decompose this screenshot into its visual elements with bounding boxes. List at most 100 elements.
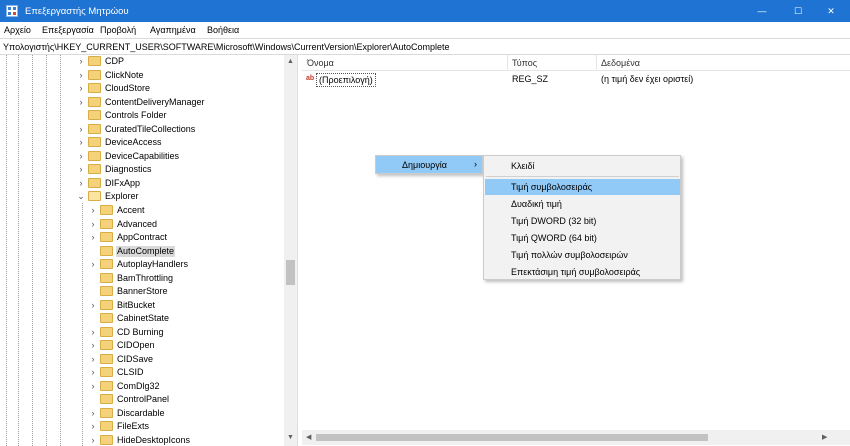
folder-icon	[88, 137, 101, 147]
expand-icon[interactable]: ›	[88, 340, 98, 351]
minimize-button[interactable]: —	[746, 0, 778, 22]
menu-item-multi-string-value[interactable]: Τιμή πολλών συμβολοσειρών	[485, 247, 680, 263]
expand-icon[interactable]: ›	[88, 259, 98, 270]
expand-icon[interactable]: ›	[76, 83, 86, 94]
folder-icon	[100, 326, 113, 337]
menu-item-dword-value[interactable]: Τιμή DWORD (32 bit)	[485, 213, 680, 229]
column-divider[interactable]	[507, 55, 508, 71]
scroll-right-icon[interactable]: ▶	[822, 433, 827, 441]
menu-help[interactable]: Βοήθεια	[207, 25, 239, 35]
tree-guide	[18, 55, 19, 446]
expand-icon[interactable]: ›	[88, 232, 98, 243]
tree-node-label: ContentDeliveryManager	[105, 96, 205, 107]
tree-pane[interactable]: › CDP › ClickNote › CloudStore › ContentDeli…	[0, 55, 298, 446]
expand-icon[interactable]: ›	[88, 354, 98, 365]
folder-icon	[88, 123, 101, 134]
column-name[interactable]: Όνομα	[307, 58, 334, 68]
tree-node-label: Accent	[117, 205, 145, 215]
scroll-thumb[interactable]	[316, 434, 708, 441]
menu-item-label: Δυαδική τιμή	[511, 199, 562, 209]
folder-icon	[100, 286, 113, 296]
menu-item-expandable-string-value[interactable]: Επεκτάσιμη τιμή συμβολοσειράς	[485, 264, 680, 280]
expand-icon[interactable]: ›	[76, 70, 86, 81]
expand-icon[interactable]: ›	[88, 300, 98, 311]
folder-icon	[88, 83, 101, 93]
tree-node-label: BannerStore	[117, 286, 168, 296]
expand-icon[interactable]: ›	[88, 367, 98, 378]
folder-icon	[100, 205, 113, 215]
tree-node-label: Controls Folder	[105, 110, 167, 120]
menu-item-label: Τιμή συμβολοσειράς	[511, 182, 593, 192]
value-type: REG_SZ	[512, 74, 549, 84]
value-name[interactable]: (Προεπιλογή)	[316, 73, 376, 87]
registry-editor-icon	[6, 5, 18, 17]
expand-icon[interactable]: ›	[76, 151, 86, 162]
tree-node-label: CDP	[105, 56, 125, 66]
value-row[interactable]: ab (Προεπιλογή) REG_SZ (η τιμή δεν έχει …	[302, 73, 850, 87]
folder-icon	[100, 340, 113, 350]
menu-favorites[interactable]: Αγαπημένα	[150, 25, 196, 35]
menu-item-string-value[interactable]: Τιμή συμβολοσειράς	[485, 179, 680, 195]
folder-icon	[100, 421, 113, 431]
tree-scrollbar[interactable]: ▲ ▼	[284, 55, 297, 446]
expand-icon[interactable]: ›	[76, 56, 86, 67]
folder-icon	[100, 313, 113, 323]
chevron-right-icon: ›	[474, 159, 477, 169]
tree-node-label: DIFxApp	[105, 177, 141, 188]
menu-item-label: Τιμή πολλών συμβολοσειρών	[511, 250, 628, 260]
tree-guide	[60, 55, 61, 446]
menu-view[interactable]: Προβολή	[100, 25, 136, 35]
context-menu: Δημιουργία ›	[375, 155, 483, 174]
expand-icon[interactable]: ›	[88, 219, 98, 230]
column-type[interactable]: Τύπος	[512, 58, 537, 68]
close-button[interactable]: ✕	[815, 0, 847, 22]
expand-icon[interactable]: ›	[88, 205, 98, 216]
horizontal-scrollbar[interactable]: ◀ ▶	[302, 430, 850, 445]
scroll-thumb[interactable]	[286, 260, 295, 285]
menu-file[interactable]: Αρχείο	[4, 25, 31, 35]
tree-node-label: CIDOpen	[117, 340, 155, 350]
column-divider[interactable]	[596, 55, 597, 71]
expand-icon[interactable]: ›	[88, 327, 98, 338]
expand-icon[interactable]: ›	[88, 408, 98, 419]
expand-icon[interactable]: ›	[76, 97, 86, 108]
menu-item-qword-value[interactable]: Τιμή QWORD (64 bit)	[485, 230, 680, 246]
collapse-icon[interactable]: ⌄	[76, 191, 86, 202]
window-title: Επεξεργαστής Μητρώου	[25, 6, 129, 17]
scroll-left-icon[interactable]: ◀	[306, 433, 311, 441]
menu-item-key[interactable]: Κλειδί	[485, 158, 680, 174]
expand-icon[interactable]: ›	[76, 137, 86, 148]
menu-item-binary-value[interactable]: Δυαδική τιμή	[485, 196, 680, 212]
menu-item-new[interactable]: Δημιουργία ›	[376, 156, 482, 173]
scroll-up-icon[interactable]: ▲	[287, 58, 294, 65]
menu-edit[interactable]: Επεξεργασία	[42, 25, 94, 35]
value-data: (η τιμή δεν έχει οριστεί)	[601, 74, 694, 84]
scroll-down-icon[interactable]: ▼	[287, 434, 294, 441]
expand-icon[interactable]: ›	[88, 381, 98, 392]
folder-icon	[100, 367, 113, 377]
folder-icon	[100, 407, 113, 418]
column-data[interactable]: Δεδομένα	[601, 58, 640, 68]
address-path[interactable]: Υπολογιστής\HKEY_CURRENT_USER\SOFTWARE\M…	[3, 42, 450, 52]
expand-icon[interactable]: ›	[76, 164, 86, 175]
folder-icon	[100, 299, 113, 310]
maximize-button[interactable]: ☐	[782, 0, 814, 22]
expand-icon[interactable]: ›	[88, 421, 98, 432]
tree-node-label: DeviceCapabilities	[105, 150, 180, 161]
expand-icon[interactable]: ›	[76, 178, 86, 189]
expand-icon[interactable]: ›	[88, 435, 98, 446]
address-bar[interactable]: Υπολογιστής\HKEY_CURRENT_USER\SOFTWARE\M…	[0, 38, 850, 55]
tree-node-label: FileExts	[117, 421, 150, 431]
folder-icon	[88, 177, 101, 188]
tree-node-label: AppContract	[117, 232, 168, 242]
tree-node-label: CLSID	[117, 367, 144, 377]
expand-icon[interactable]: ›	[76, 124, 86, 135]
minimize-icon: —	[757, 6, 767, 16]
tree-node-label: Explorer	[105, 191, 139, 201]
folder-icon	[88, 96, 101, 107]
tree-node-label: ControlPanel	[117, 394, 170, 404]
tree-node-label: DeviceAccess	[105, 137, 162, 147]
tree-node-label: CloudStore	[105, 83, 151, 93]
folder-icon	[88, 110, 101, 120]
folder-icon	[100, 353, 113, 364]
